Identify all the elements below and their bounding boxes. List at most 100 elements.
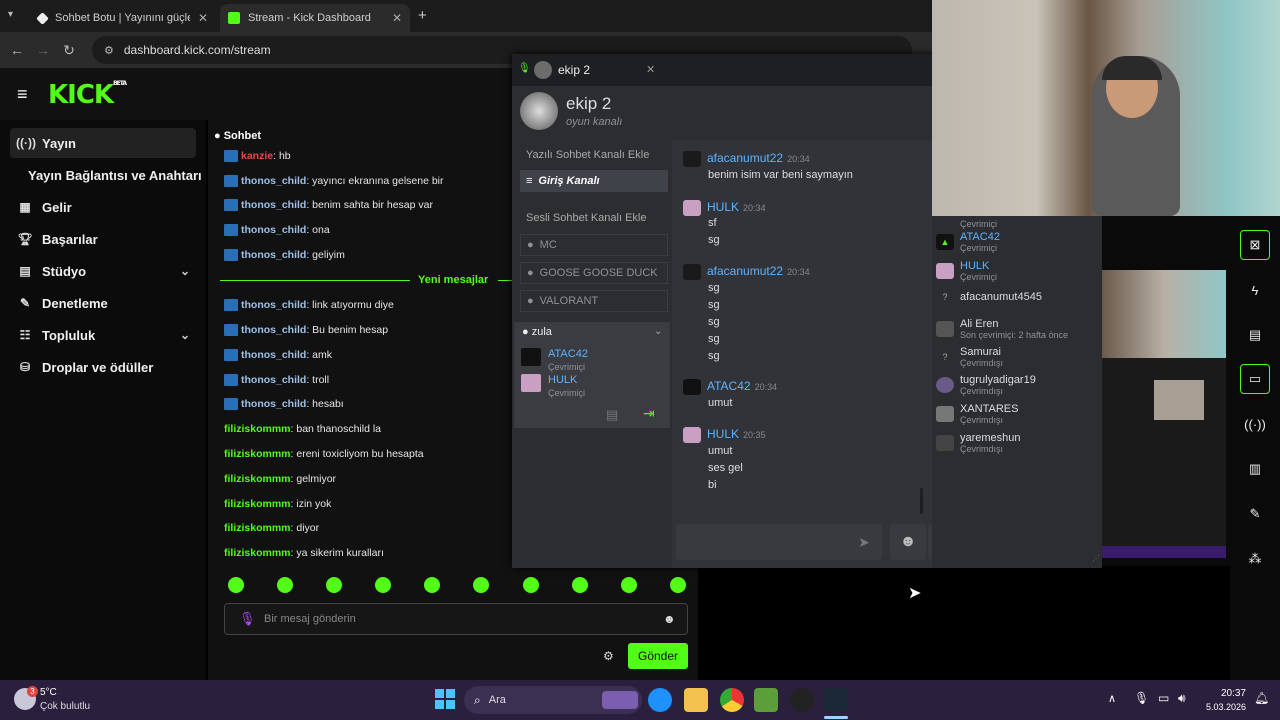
- send-button[interactable]: Gönder: [628, 643, 688, 669]
- emote-icon[interactable]: [228, 577, 244, 593]
- close-tab-icon[interactable]: ✕: [198, 11, 208, 25]
- voice-channel-mc[interactable]: ● MC: [520, 234, 668, 256]
- chat-settings-gear-icon[interactable]: ⚙: [603, 649, 614, 663]
- tab-sohbet-botu[interactable]: Sohbet Botu | Yayınını güçlendi ✕: [30, 4, 216, 32]
- volume-icon[interactable]: 🔊︎: [1178, 691, 1186, 706]
- member-item[interactable]: XANTARES Çevrimdışı: [936, 403, 1018, 425]
- steam-icon[interactable]: [824, 688, 848, 712]
- back-icon[interactable]: ←: [4, 42, 30, 58]
- network-icon[interactable]: ▭: [1158, 691, 1169, 705]
- emote-icon[interactable]: [523, 577, 539, 593]
- channel-settings-icon[interactable]: ▤: [606, 407, 618, 423]
- discord-username[interactable]: afacanumut22: [707, 151, 783, 165]
- edge-icon[interactable]: [648, 688, 672, 712]
- chat-username[interactable]: filiziskommm: [224, 498, 291, 510]
- minecraft-icon[interactable]: [754, 688, 778, 712]
- text-channel-giris[interactable]: ≡ Giriş Kanalı: [520, 170, 668, 192]
- emoji-icon[interactable]: ☻: [890, 524, 926, 560]
- site-info-icon[interactable]: ⚙: [104, 44, 114, 57]
- member-item[interactable]: Çevrimiçi: [936, 216, 997, 232]
- emote-icon[interactable]: [670, 577, 686, 593]
- discord-username[interactable]: ATAC42: [707, 379, 751, 393]
- discord-username[interactable]: afacanumut22: [707, 264, 783, 278]
- hamburger-icon[interactable]: ≡: [17, 84, 28, 105]
- add-voice-channel-button[interactable]: Sesli Sohbet Kanalı Ekle: [520, 207, 668, 229]
- chat-username[interactable]: filiziskommm: [224, 547, 291, 559]
- windows-start-icon[interactable]: [435, 689, 455, 709]
- notification-icon[interactable]: 🔔︎: [1254, 691, 1269, 705]
- sidebar-item-basarilar[interactable]: 🏆︎ Başarılar: [10, 224, 196, 254]
- chat-username[interactable]: thonos_child: [241, 324, 306, 336]
- sidebar-item-droplar[interactable]: ⛁ Droplar ve ödüller: [10, 352, 196, 382]
- chat-username[interactable]: thonos_child: [241, 374, 306, 386]
- clock-date[interactable]: 5.03.2026: [1198, 702, 1246, 712]
- chat-username[interactable]: thonos_child: [241, 199, 306, 211]
- broadcast-icon[interactable]: ((·)): [1240, 409, 1270, 439]
- sidebar-item-studyo[interactable]: ▤ Stüdyo ⌄: [10, 256, 196, 286]
- resize-grip-icon[interactable]: ⋰: [1092, 554, 1100, 563]
- chat-username[interactable]: filiziskommm: [224, 522, 291, 534]
- tray-chevron-icon[interactable]: ∧: [1108, 692, 1116, 705]
- taskbar-search[interactable]: ⌕ Ara: [464, 686, 642, 714]
- member-item[interactable]: ? Samurai Çevrimdışı: [936, 346, 1003, 368]
- close-tab-icon[interactable]: ✕: [392, 11, 402, 25]
- chat-username[interactable]: thonos_child: [241, 224, 306, 236]
- chat-username[interactable]: thonos_child: [241, 175, 306, 187]
- overlay-icon[interactable]: ▥: [1240, 454, 1270, 484]
- member-item[interactable]: HULK Çevrimiçi: [936, 260, 997, 282]
- emote-icon[interactable]: [277, 577, 293, 593]
- voice-user-name[interactable]: HULK: [548, 374, 577, 386]
- clock-time[interactable]: 20:37: [1204, 688, 1246, 699]
- sidebar-item-topluluk[interactable]: ☷ Topluluk ⌄: [10, 320, 196, 350]
- add-text-channel-button[interactable]: Yazılı Sohbet Kanalı Ekle: [520, 144, 668, 166]
- member-item[interactable]: yaremeshun Çevrimdışı: [936, 432, 1021, 454]
- chat-username[interactable]: thonos_child: [241, 398, 306, 410]
- new-tab-button[interactable]: +: [418, 7, 427, 24]
- sidebar-item-denetleme[interactable]: ✎ Denetleme: [10, 288, 196, 318]
- voice-channel-valorant[interactable]: ● VALORANT: [520, 290, 668, 312]
- microphone-icon[interactable]: 🎙︎: [1134, 691, 1149, 705]
- microphone-icon[interactable]: 🎙︎: [239, 611, 256, 627]
- tab-kick-dashboard[interactable]: Stream - Kick Dashboard ✕: [220, 4, 410, 32]
- send-icon[interactable]: ➤: [846, 524, 882, 560]
- app-icon[interactable]: [790, 688, 814, 712]
- chevron-down-icon[interactable]: ⌄: [654, 326, 662, 337]
- discord-username[interactable]: HULK: [707, 427, 739, 441]
- member-item[interactable]: tugrulyadigar19 Çevrimdışı: [936, 374, 1036, 396]
- sidebar-item-gelir[interactable]: ▦ Gelir: [10, 192, 196, 222]
- reload-icon[interactable]: ↻: [56, 42, 82, 59]
- emote-icon[interactable]: [326, 577, 342, 593]
- emote-icon[interactable]: [375, 577, 391, 593]
- chat-username[interactable]: thonos_child: [241, 249, 306, 261]
- file-explorer-icon[interactable]: [684, 688, 708, 712]
- member-item[interactable]: ? afacanumut4545: [936, 289, 1041, 305]
- sidebar-item-stream-key[interactable]: Yayın Bağlantısı ve Anahtarı: [10, 160, 206, 190]
- layout-icon[interactable]: ⊠: [1240, 230, 1270, 260]
- leave-channel-icon[interactable]: ⇥: [643, 405, 655, 422]
- forward-icon[interactable]: →: [30, 42, 56, 58]
- message-scrollbar[interactable]: [920, 488, 923, 514]
- voice-channel-goose[interactable]: ● GOOSE GOOSE DUCK: [520, 262, 668, 284]
- lightning-icon[interactable]: ϟ: [1240, 275, 1270, 305]
- emote-icon[interactable]: [621, 577, 637, 593]
- voice-user-name[interactable]: ATAC42: [548, 348, 588, 360]
- chat-username[interactable]: thonos_child: [241, 299, 306, 311]
- chat-username[interactable]: kanzie: [241, 150, 273, 162]
- discord-username[interactable]: HULK: [707, 200, 739, 214]
- chat-message-input[interactable]: 🎙︎ Bir mesaj gönderin ☻: [224, 603, 688, 635]
- emote-icon[interactable]: [424, 577, 440, 593]
- wrench-icon[interactable]: ✎: [1240, 499, 1270, 529]
- chrome-icon[interactable]: [720, 688, 744, 712]
- clipboard-icon[interactable]: ▤: [1240, 320, 1270, 350]
- emoji-icon[interactable]: ☻: [663, 612, 676, 626]
- chat-username[interactable]: filiziskommm: [224, 473, 291, 485]
- community-icon[interactable]: ⁂: [1240, 544, 1270, 574]
- sidebar-item-yayin[interactable]: ((·)) Yayın: [10, 128, 196, 158]
- chat-username[interactable]: thonos_child: [241, 349, 306, 361]
- close-icon[interactable]: ✕: [646, 63, 655, 76]
- emote-icon[interactable]: [473, 577, 489, 593]
- kick-logo[interactable]: KICKBETA: [48, 80, 127, 110]
- chat-username[interactable]: filiziskommm: [224, 448, 291, 460]
- chat-bubble-icon[interactable]: ▭: [1240, 364, 1270, 394]
- member-item[interactable]: ▲ ATAC42 Çevrimiçi: [936, 231, 1000, 253]
